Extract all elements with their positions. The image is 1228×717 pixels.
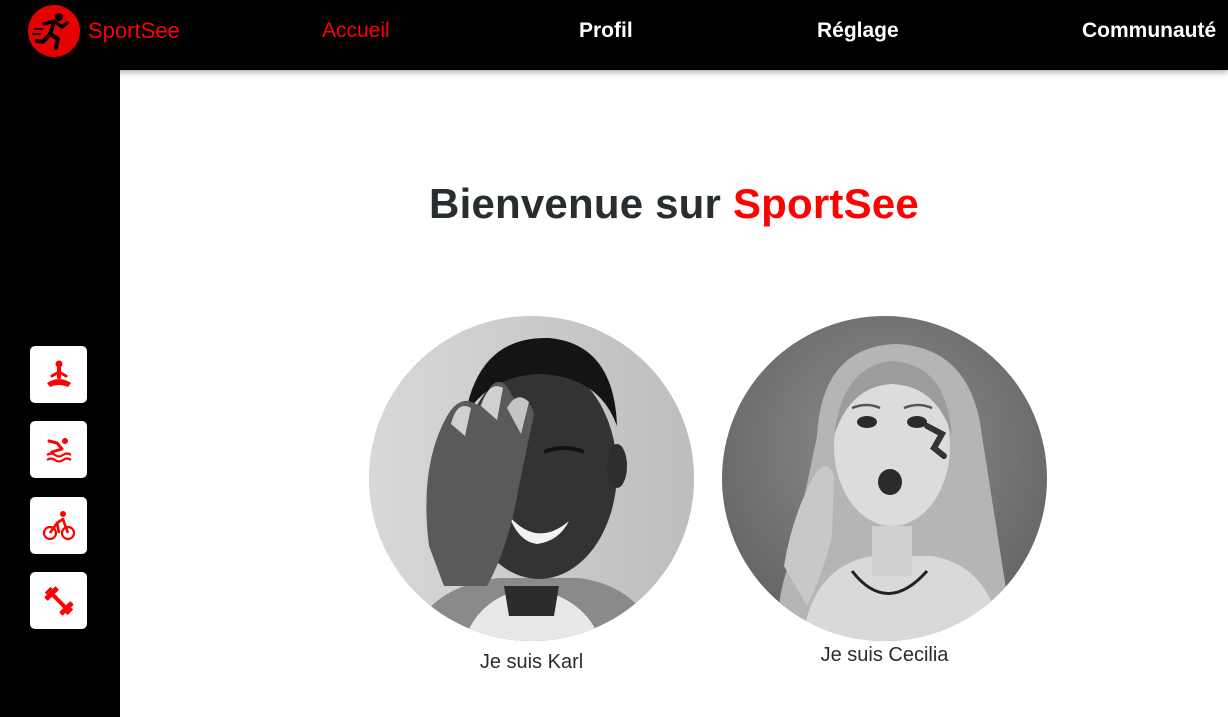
- user-card-cecilia[interactable]: Je suis Cecilia: [722, 316, 1047, 676]
- user-card-karl[interactable]: Je suis Karl: [369, 316, 694, 676]
- runner-icon: [28, 5, 80, 57]
- user-name-cecilia: Je suis Cecilia: [820, 644, 949, 666]
- page-title-brand: SportSee: [732, 180, 919, 227]
- nav-link-profil[interactable]: Profil: [579, 19, 633, 43]
- sidebar: [0, 70, 120, 717]
- nav-link-communaute[interactable]: Communauté: [1082, 19, 1216, 43]
- swimming-icon: [45, 437, 72, 463]
- sidebar-item-cycling[interactable]: [30, 497, 87, 554]
- meditation-icon: [46, 360, 71, 387]
- page-title: Bienvenue sur SportSee: [120, 180, 1228, 228]
- cycling-icon: [42, 510, 75, 540]
- nav-link-accueil[interactable]: Accueil: [322, 19, 390, 43]
- nav-link-reglage[interactable]: Réglage: [817, 19, 899, 43]
- sidebar-item-weights[interactable]: [30, 572, 87, 629]
- top-navigation-bar: SportSee Accueil Profil Réglage Communau…: [0, 0, 1228, 70]
- logo-text: SportSee: [88, 18, 180, 43]
- logo[interactable]: SportSee: [28, 5, 180, 57]
- sidebar-item-swimming[interactable]: [30, 421, 87, 478]
- page-title-prefix: Bienvenue sur: [429, 180, 722, 227]
- main-content: Bienvenue sur SportSee Je suis Karl Je s…: [120, 70, 1228, 717]
- user-name-karl: Je suis Karl: [479, 651, 584, 673]
- man-covering-eye-photo: [369, 316, 694, 641]
- dumbbell-icon: [44, 586, 73, 615]
- woman-surprised-photo: [722, 316, 1047, 641]
- sidebar-item-meditation[interactable]: [30, 346, 87, 403]
